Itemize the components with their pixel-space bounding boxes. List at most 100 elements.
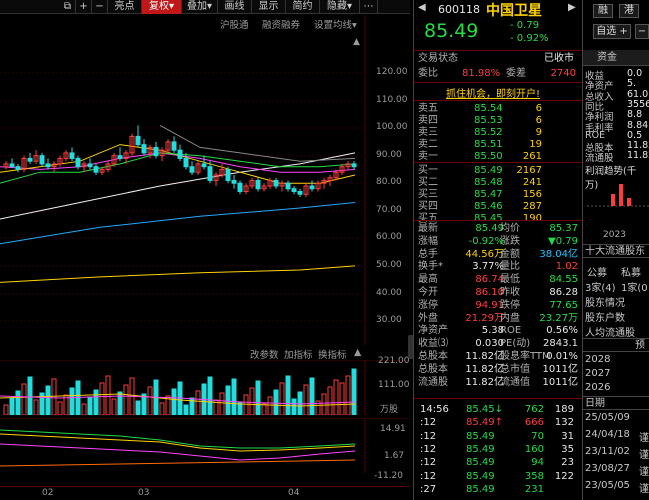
simple-button[interactable]: 简约 xyxy=(286,0,320,14)
stock-name: 中国卫星 xyxy=(486,3,542,19)
candle xyxy=(309,180,315,192)
tick-row[interactable]: :12 85.49 70 31 xyxy=(418,431,580,443)
display-button[interactable]: 显示 xyxy=(252,0,286,14)
volume-bar xyxy=(171,388,177,415)
tick-count: 132 xyxy=(554,417,574,429)
ind-y-label-bottom: -11.20 xyxy=(374,471,404,481)
volume-bar xyxy=(111,398,117,415)
tick-row[interactable]: :12 85.49 160 35 xyxy=(418,444,580,456)
ask-row-price: 85.54 xyxy=(474,103,503,114)
stat-label-2: 涨跌 xyxy=(500,235,520,247)
price-y-label: 120.00 xyxy=(376,67,408,77)
next-stock-icon[interactable]: ▶ xyxy=(568,2,576,13)
zoom-in-button[interactable]: + xyxy=(76,0,92,14)
hide-button[interactable]: 隐藏▾ xyxy=(320,0,360,14)
stat-value-2: 86.28 xyxy=(549,287,578,298)
stat-row: 总手 44.56万 金额 38.04亿 xyxy=(418,249,580,261)
candle xyxy=(81,161,87,173)
stat-label-2: 最低 xyxy=(500,274,520,286)
more-icon[interactable]: ⋯ xyxy=(360,0,378,14)
volume-chart[interactable]: 221.00 111.00 万股 xyxy=(0,356,410,415)
candle xyxy=(213,172,219,186)
bid-row-price: 85.46 xyxy=(474,201,503,212)
volume-bar xyxy=(147,386,153,415)
candle xyxy=(351,161,357,170)
vol-edit-params-link[interactable]: 改参数 xyxy=(250,347,279,361)
fin-value: 11.82 xyxy=(627,150,649,162)
margin-tag-button[interactable]: 融 xyxy=(593,4,613,18)
tick-volume: 762 xyxy=(524,404,544,415)
stat-value: 11.82亿 xyxy=(465,376,504,388)
bid-row: 买三 85.47 156 xyxy=(418,189,580,201)
tick-row[interactable]: 14:56 85.45↓ 762 189 xyxy=(418,404,580,416)
stat-label: 涨幅 xyxy=(418,235,438,247)
tick-row[interactable]: :12 85.49↑ 666 132 xyxy=(418,417,580,429)
add-watchlist-button[interactable]: 自选 + xyxy=(593,24,631,39)
indicator-chart[interactable]: 14.91 1.67 -11.20 xyxy=(0,418,410,481)
tick-row[interactable]: :27 85.49 231 xyxy=(418,484,580,496)
date-item[interactable]: 23/05/05 xyxy=(585,480,630,491)
hk-tag-button[interactable]: 港 xyxy=(619,4,639,18)
date-item[interactable]: 25/05/09 xyxy=(585,412,630,423)
stat-label: 净资产 xyxy=(418,325,448,337)
candle xyxy=(285,180,291,192)
ask-row: 卖三 85.52 9 xyxy=(418,127,580,139)
volume-bar xyxy=(225,385,231,415)
draw-line-button[interactable]: 画线 xyxy=(218,0,252,14)
price-y-label: 60.00 xyxy=(376,232,402,242)
link-holder-count[interactable]: 股东户数 xyxy=(585,309,625,324)
volume-svg xyxy=(0,360,410,415)
volume-bar xyxy=(279,382,285,415)
forecast-header[interactable]: 预 xyxy=(583,338,649,352)
volume-bar xyxy=(93,389,99,415)
price-change-pct: - 0.92% xyxy=(510,33,549,44)
tick-row[interactable]: :12 85.49 94 23 xyxy=(418,457,580,469)
bid-row-price: 85.49 xyxy=(474,165,503,176)
stat-value-2: 23.27万 xyxy=(539,312,578,324)
top-holders-header[interactable]: 十大流通股东 xyxy=(583,244,649,258)
date-item[interactable]: 23/08/27 xyxy=(585,463,630,474)
window-icon[interactable]: ⧉ xyxy=(60,0,76,14)
profit-trend-chart xyxy=(587,184,649,207)
price-y-label: 50.00 xyxy=(376,260,402,270)
x-label-feb: 02 xyxy=(42,488,54,498)
stat-label: 流通股 xyxy=(418,376,448,388)
link-avg-holding[interactable]: 人均流通股 xyxy=(585,324,635,339)
ma-line-yellow xyxy=(0,265,356,283)
stat-row: 净资产 5.38 ROE 0.56% xyxy=(418,325,580,337)
stat-value-2: 85.37 xyxy=(549,223,578,234)
ask-row-label: 卖五 xyxy=(418,103,438,114)
candle xyxy=(87,158,93,170)
stat-row: 总股本 11.82亿 总市值 1011亿 xyxy=(418,364,580,376)
zoom-out-button[interactable]: − xyxy=(92,0,108,14)
open-account-banner[interactable]: 抓住机会，即刻开户! xyxy=(446,85,540,100)
last-price: 85.49 xyxy=(424,20,479,42)
prev-stock-icon[interactable]: ◀ xyxy=(418,2,432,13)
volume-bar xyxy=(57,401,63,415)
volume-bar xyxy=(69,387,75,415)
vol-swap-indicator-link[interactable]: 换指标 xyxy=(318,347,347,361)
tick-count: 35 xyxy=(561,443,574,455)
tick-row[interactable]: :12 85.49 358 122 xyxy=(418,471,580,483)
volume-bar xyxy=(273,389,279,415)
volume-bar xyxy=(123,384,129,415)
volume-bar xyxy=(33,399,39,415)
link-holder-info[interactable]: 股东情况 xyxy=(585,294,625,309)
bid-row-label: 买二 xyxy=(418,177,438,188)
price-chart[interactable]: 沪股通 融资融券 设置均线▾ ▲ 120.00 110.00 100.00 90.00… xyxy=(0,15,410,345)
vol-y-unit: 万股 xyxy=(380,405,399,415)
stat-row: 最高 86.74 最低 84.55 xyxy=(418,274,580,286)
candle xyxy=(291,185,297,195)
overlay-button[interactable]: 叠加▾ xyxy=(182,0,218,14)
tick-price: 85.49 xyxy=(466,457,495,469)
tab-funds[interactable]: 资金 xyxy=(583,50,649,66)
bid-row-price: 85.47 xyxy=(474,189,503,200)
vol-add-indicator-link[interactable]: 加指标 xyxy=(284,347,313,361)
adjust-price-button[interactable]: 复权▾ xyxy=(142,0,182,14)
stat-label-2: 流通值 xyxy=(500,376,530,388)
highlight-button[interactable]: 亮点 xyxy=(108,0,142,14)
date-item[interactable]: 24/04/18 xyxy=(585,429,630,440)
date-item[interactable]: 23/11/02 xyxy=(585,446,630,457)
remove-watchlist-button[interactable]: − xyxy=(635,24,649,39)
vol-collapse-icon[interactable]: ▲ xyxy=(354,347,361,358)
